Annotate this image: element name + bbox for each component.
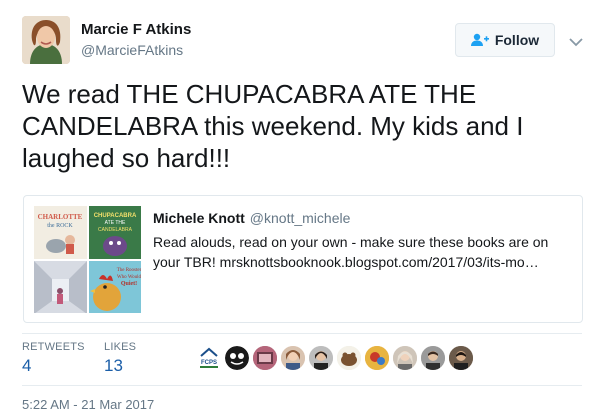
- book-cover-image: CHARLOTTE the ROCK: [34, 206, 87, 259]
- liked-by-avatars: FCPS: [197, 346, 473, 370]
- liker-avatar[interactable]: [393, 346, 417, 370]
- liker-avatar[interactable]: [337, 346, 361, 370]
- quoted-text: Read alouds, read on your own - make sur…: [153, 232, 573, 272]
- tweet-line: CANDELABRA this weekend. My kids and I: [22, 111, 524, 141]
- tweet-line: We read THE CHUPACABRA ATE THE: [22, 79, 477, 109]
- divider: [22, 385, 582, 386]
- book-cover-chupacabra[interactable]: CHUPACABRA ATE THE CANDELABRA: [88, 206, 141, 259]
- author-name[interactable]: Marcie F Atkins: [81, 21, 191, 38]
- fcps-logo-text: FCPS: [201, 360, 217, 366]
- svg-text:the ROCK: the ROCK: [47, 223, 73, 229]
- book-cover-image: The Rooster Who Would Quiet!: [88, 260, 141, 313]
- book-cover-charlotte[interactable]: CHARLOTTE the ROCK: [34, 206, 87, 259]
- chevron-down-icon[interactable]: [569, 34, 583, 52]
- svg-text:Who Would: Who Would: [116, 275, 141, 280]
- quoted-tweet-card[interactable]: CHARLOTTE the ROCK CHUPACABRA ATE THE CA…: [23, 195, 583, 323]
- liker-avatar[interactable]: [253, 346, 277, 370]
- author-handle[interactable]: @MarcieFAtkins: [81, 42, 183, 58]
- svg-text:CHARLOTTE: CHARLOTTE: [38, 213, 83, 221]
- retweets-count[interactable]: 4: [22, 356, 31, 376]
- quoted-line: Read alouds, read on your own - make sur…: [153, 234, 549, 250]
- liker-avatar[interactable]: FCPS: [197, 346, 221, 370]
- liker-avatar[interactable]: [309, 346, 333, 370]
- tweet-timestamp[interactable]: 5:22 AM - 21 Mar 2017: [22, 397, 154, 412]
- book-cover-image: [34, 260, 87, 313]
- svg-text:CANDELABRA: CANDELABRA: [98, 227, 133, 233]
- liker-avatar[interactable]: [225, 346, 249, 370]
- retweets-label[interactable]: RETWEETS: [22, 341, 85, 353]
- quoted-media-grid[interactable]: CHARLOTTE the ROCK CHUPACABRA ATE THE CA…: [34, 206, 141, 313]
- svg-text:CHUPACABRA: CHUPACABRA: [93, 213, 136, 219]
- book-cover-rooster[interactable]: The Rooster Who Would Quiet!: [88, 260, 141, 313]
- follow-label: Follow: [494, 32, 540, 48]
- liker-avatar[interactable]: [365, 346, 389, 370]
- author-avatar[interactable]: [22, 16, 70, 64]
- divider: [22, 333, 582, 334]
- avatar-photo: [22, 16, 70, 64]
- tweet-line: laughed so hard!!!: [22, 143, 231, 173]
- quoted-author[interactable]: Michele Knott @knott_michele: [153, 210, 350, 226]
- quoted-author-handle[interactable]: @knott_michele: [250, 210, 351, 226]
- follow-user-icon: [470, 33, 489, 47]
- book-cover-hallway[interactable]: [34, 260, 87, 313]
- likes-count[interactable]: 13: [104, 356, 123, 376]
- svg-text:Quiet!: Quiet!: [120, 281, 136, 287]
- svg-text:The Rooster: The Rooster: [116, 268, 141, 273]
- book-cover-image: CHUPACABRA ATE THE CANDELABRA: [88, 206, 141, 259]
- tweet-text: We read THE CHUPACABRA ATE THE CANDELABR…: [22, 78, 582, 174]
- svg-text:ATE THE: ATE THE: [104, 220, 125, 226]
- liker-avatar[interactable]: [281, 346, 305, 370]
- follow-button[interactable]: Follow: [455, 23, 555, 57]
- liker-avatar[interactable]: [449, 346, 473, 370]
- quoted-author-name[interactable]: Michele Knott: [153, 210, 245, 226]
- quoted-line: your TBR! mrsknottsbooknook.blogspot.com…: [153, 254, 539, 270]
- likes-label[interactable]: LIKES: [104, 341, 136, 353]
- fcps-logo-icon: FCPS: [197, 346, 221, 370]
- liker-avatar[interactable]: [421, 346, 445, 370]
